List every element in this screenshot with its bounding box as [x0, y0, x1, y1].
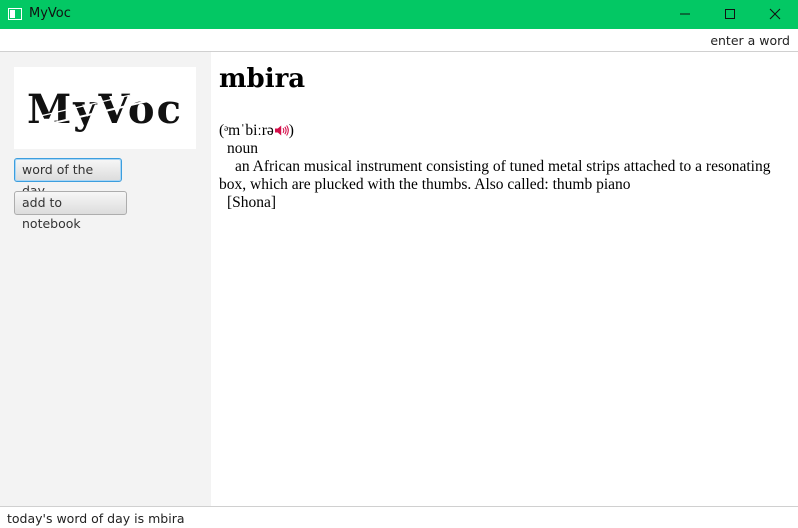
status-text: today's word of day is mbira — [7, 511, 185, 526]
pron-close-paren: ) — [288, 122, 294, 139]
minimize-button[interactable] — [662, 0, 708, 29]
entry-word: mbira — [219, 64, 306, 94]
definition-pane: mbira (ᵊmˈbiːrə) noun an African musical… — [211, 52, 798, 506]
part-of-speech: noun — [227, 140, 258, 157]
definition-body: (ᵊmˈbiːrə) noun an African musical instr… — [219, 122, 794, 212]
app-icon — [8, 8, 22, 20]
word-of-the-day-button[interactable]: word of the day — [14, 158, 122, 198]
close-button[interactable] — [752, 0, 798, 29]
speaker-icon[interactable] — [274, 124, 289, 137]
definition-text: an African musical instrument consisting… — [219, 158, 771, 193]
search-bar — [0, 29, 798, 52]
title-bar: MyVoc — [0, 0, 798, 29]
add-to-notebook-button[interactable]: add to notebook — [14, 191, 127, 231]
pronunciation: ᵊmˈbiːrə — [224, 122, 274, 139]
logo: MyVoc — [14, 67, 196, 149]
status-bar: today's word of day is mbira — [0, 506, 798, 528]
maximize-icon — [725, 9, 735, 19]
maximize-button[interactable] — [707, 0, 753, 29]
minimize-icon — [680, 13, 690, 15]
sidebar: MyVoc word of the day add to notebook — [0, 52, 211, 506]
svg-text:MyVoc: MyVoc — [27, 86, 183, 133]
word-origin: [Shona] — [227, 194, 277, 211]
window-title: MyVoc — [29, 6, 71, 21]
pronunciation-line: (ᵊmˈbiːrə) — [219, 122, 794, 140]
search-input[interactable] — [1, 30, 797, 51]
close-icon — [769, 8, 781, 20]
